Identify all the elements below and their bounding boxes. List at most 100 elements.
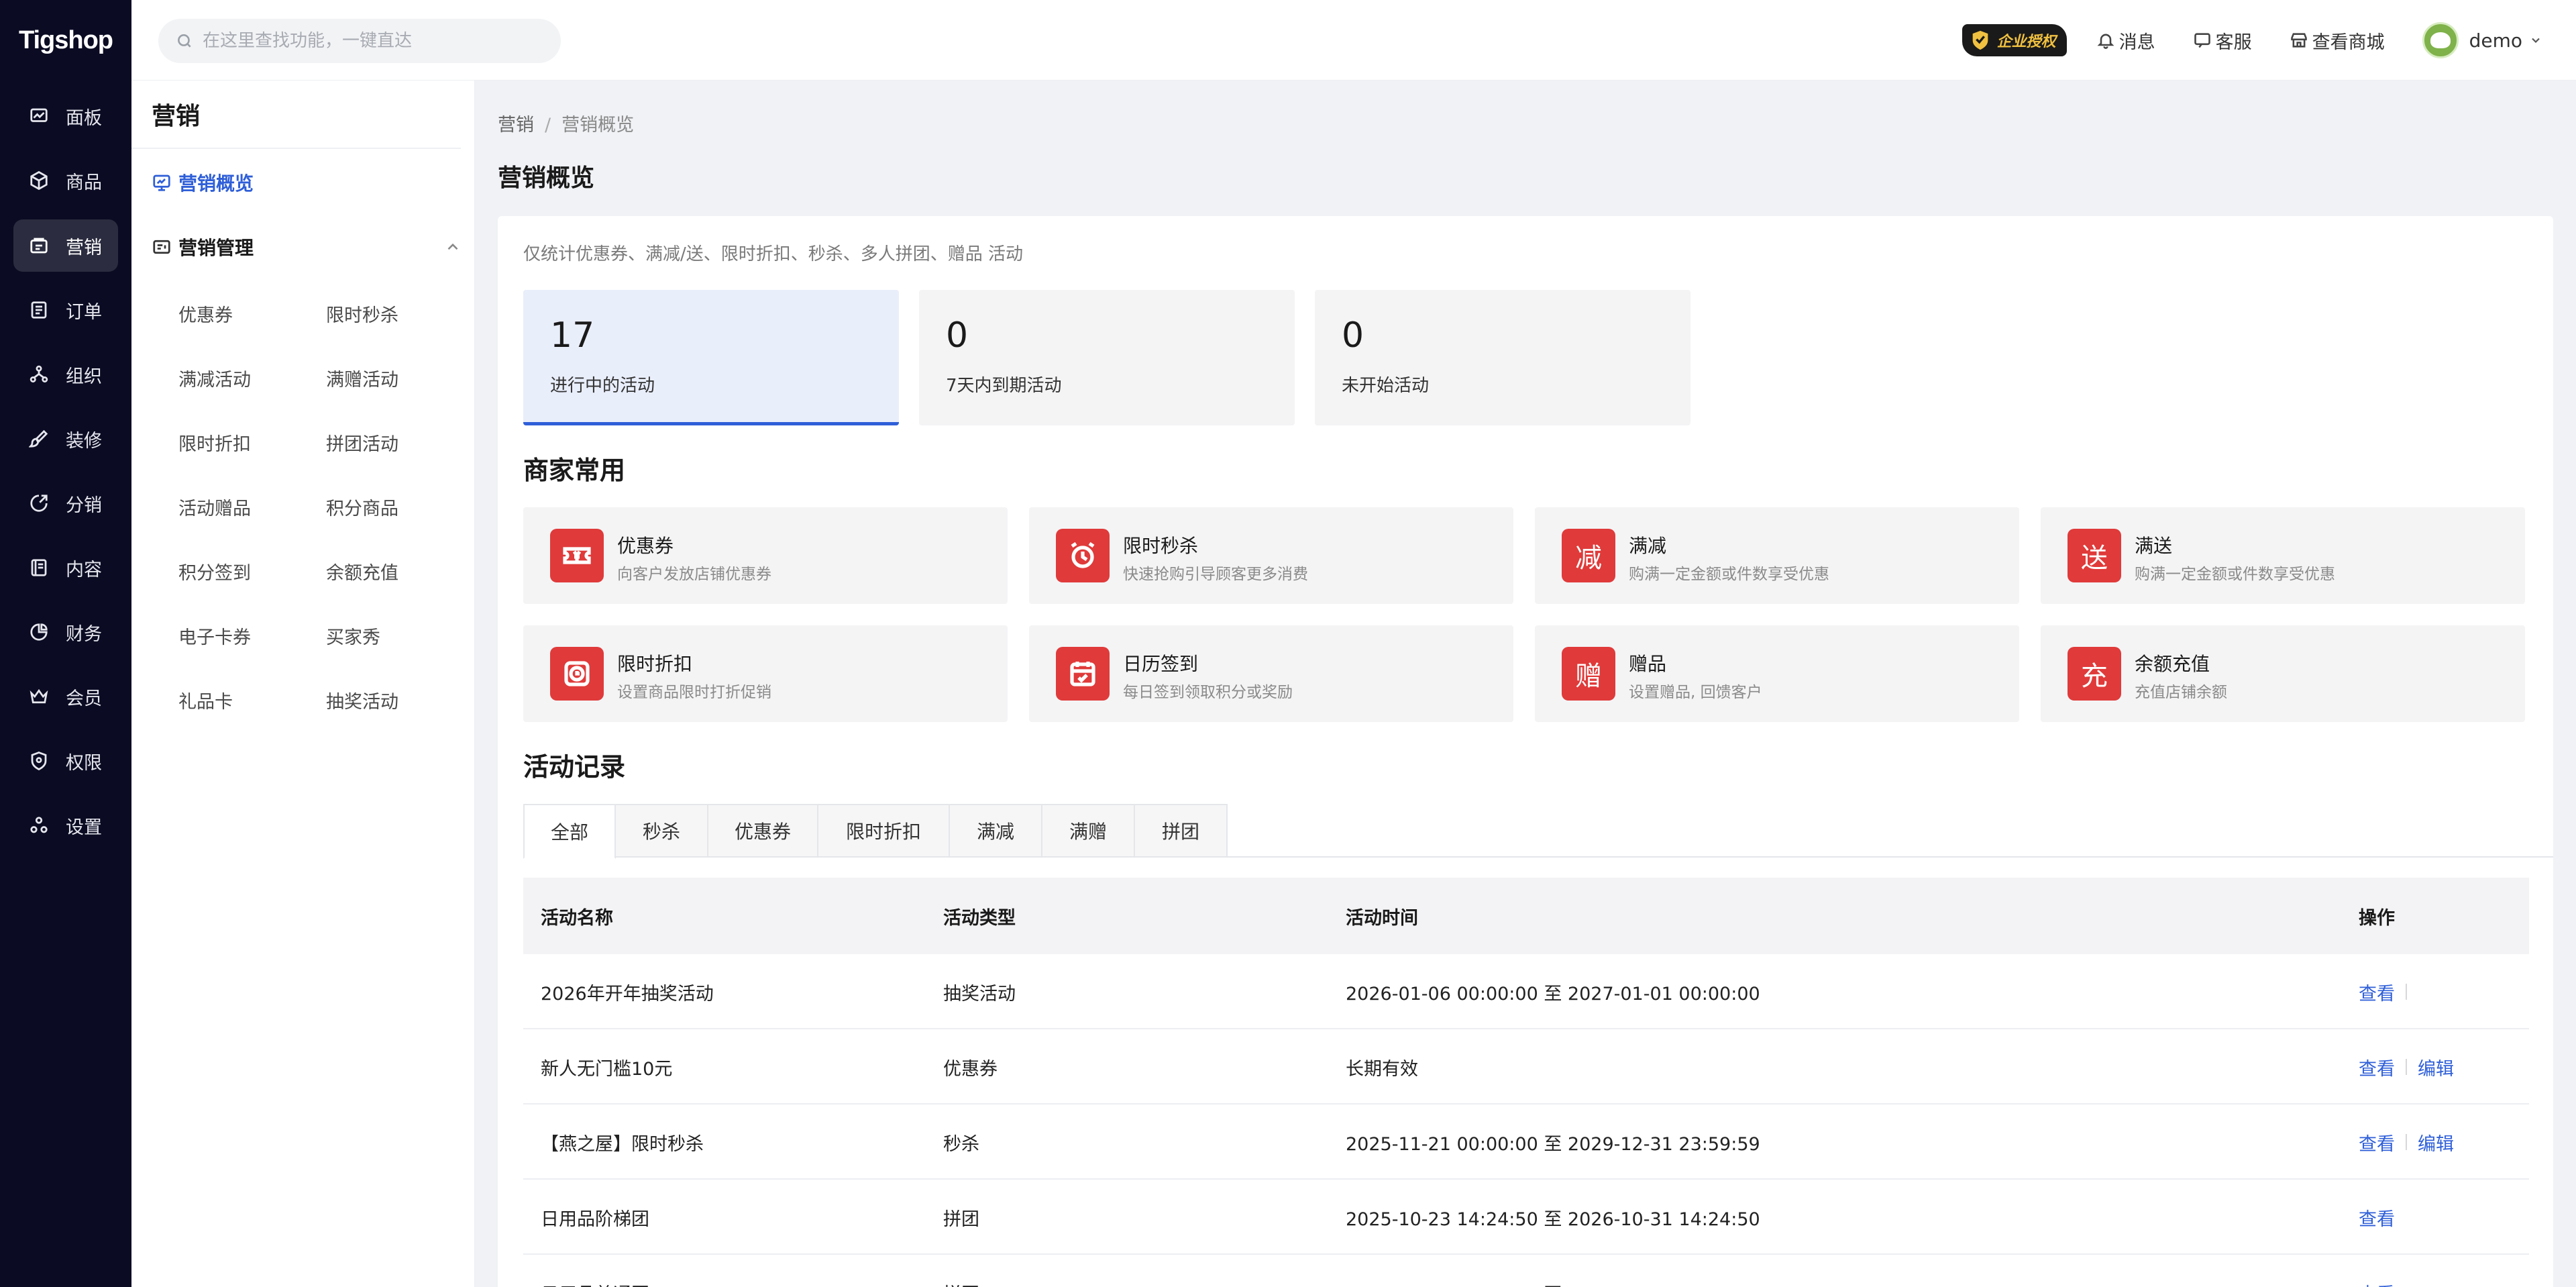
view-store-link[interactable]: 查看商城 [2290,28,2385,54]
finance-icon [27,620,51,644]
subnav-link-activity-gift[interactable]: 活动赠品 [178,494,251,520]
rail-item-marketing[interactable]: 营销 [13,219,118,272]
cell-name: 2026年开年抽奖活动 [541,983,714,1005]
rail-label: 财务 [66,623,102,645]
tool-full-reduction[interactable]: 减 满减 购满一定金额或件数享受优惠 [1535,507,2019,604]
stat-card-expiring[interactable]: 0 7天内到期活动 [919,290,1295,425]
user-menu[interactable]: demo [2469,30,2542,52]
tool-desc: 快速抢购引导顾客更多消费 [1123,566,1308,583]
cell-actions: 查看 [2359,1255,2395,1287]
rail-item-goods[interactable]: 商品 [13,154,118,207]
service-link[interactable]: 客服 [2193,28,2252,54]
alarm-clock-icon [1056,529,1110,582]
present-text-icon: 赠 [1562,647,1615,701]
table-row: 日用品阶梯团 拼团 2025-10-23 14:24:50 至 2026-10-… [523,1180,2529,1255]
tool-balance-recharge[interactable]: 充 余额充值 充值店铺余额 [2041,625,2525,722]
subnav-link-points-goods[interactable]: 积分商品 [326,494,398,520]
tool-gift[interactable]: 赠 赠品 设置赠品, 回馈客户 [1535,625,2019,722]
breadcrumb-root[interactable]: 营销 [498,115,534,136]
rail-item-content[interactable]: 内容 [13,542,118,594]
auth-badge-label: 企业授权 [1996,34,2056,50]
subnav-title: 营销 [131,81,461,149]
tab-group-buy[interactable]: 拼团 [1135,804,1228,858]
avatar[interactable] [2422,22,2459,58]
subnav-group-marketing-management[interactable]: 营销管理 [152,234,462,260]
edit-link[interactable]: 编辑 [2418,1129,2454,1155]
rail-item-permissions[interactable]: 权限 [13,735,118,787]
view-link[interactable]: 查看 [2359,1054,2395,1080]
tab-flash-sale[interactable]: 秒杀 [616,804,708,858]
tab-all[interactable]: 全部 [523,804,616,859]
subnav-link-full-reduction[interactable]: 满减活动 [178,365,251,391]
stat-value: 0 [1342,315,1364,356]
rail-item-finance[interactable]: 财务 [13,606,118,658]
tab-time-discount[interactable]: 限时折扣 [818,804,950,858]
stat-label: 未开始活动 [1342,376,1430,396]
tools-section-title: 商家常用 [523,456,626,485]
cell-type: 拼团 [943,1208,979,1230]
subnav-link-buyer-show[interactable]: 买家秀 [326,623,380,649]
cell-name: 日用品阶梯团 [541,1208,649,1230]
subnav-link-full-gift[interactable]: 满赠活动 [326,365,398,391]
rail-item-settings[interactable]: 设置 [13,799,118,852]
enterprise-auth-badge[interactable]: 企业授权 [1962,24,2067,56]
tool-desc: 购满一定金额或件数享受优惠 [1629,566,1829,583]
tool-full-gift[interactable]: 送 满送 购满一定金额或件数享受优惠 [2041,507,2525,604]
rail-label: 组织 [66,366,102,387]
messages-link[interactable]: 消息 [2096,28,2155,54]
subnav-item-overview[interactable]: 营销概览 [152,169,254,196]
subnav-link-coupon[interactable]: 优惠券 [178,301,233,327]
stat-card-ongoing[interactable]: 17 进行中的活动 [523,290,899,425]
subnav-link-group-buy[interactable]: 拼团活动 [326,429,398,456]
activity-table: 活动名称 活动类型 活动时间 操作 2026年开年抽奖活动 抽奖活动 2026-… [523,878,2529,1287]
tool-calendar-signin[interactable]: 日历签到 每日签到领取积分或奖励 [1029,625,1513,722]
rail-item-orders[interactable]: 订单 [13,284,118,336]
rail-item-members[interactable]: 会员 [13,670,118,723]
brand-logo[interactable]: Tigshop [0,0,131,81]
view-link[interactable]: 查看 [2359,1204,2395,1231]
coupon-icon [550,529,604,582]
stat-card-not-started[interactable]: 0 未开始活动 [1315,290,1690,425]
subnav-link-gift-card[interactable]: 礼品卡 [178,687,233,713]
tab-full-gift[interactable]: 满赠 [1042,804,1135,858]
subnav-link-lottery[interactable]: 抽奖活动 [326,687,398,713]
rail-label: 设置 [66,817,102,838]
stat-label: 7天内到期活动 [946,376,1062,396]
rail-label: 会员 [66,688,102,709]
edit-link[interactable]: 编辑 [2418,1054,2454,1080]
rail-label: 权限 [66,752,102,774]
subnav-link-e-card[interactable]: 电子卡券 [178,623,251,649]
col-time: 活动时间 [1346,907,1418,929]
view-link[interactable]: 查看 [2359,979,2395,1005]
tab-full-reduction[interactable]: 满减 [950,804,1042,858]
tool-coupon[interactable]: 优惠券 向客户发放店铺优惠券 [523,507,1008,604]
subnav-link-points-signin[interactable]: 积分签到 [178,558,251,584]
cell-name: 日用品普通团 [541,1255,649,1287]
subnav-link-balance-recharge[interactable]: 余额充值 [326,558,398,584]
global-search[interactable] [158,19,561,63]
tool-desc: 设置商品限时打折促销 [617,684,771,701]
stat-label: 进行中的活动 [550,376,655,396]
view-link[interactable]: 查看 [2359,1129,2395,1155]
rail-label: 内容 [66,559,102,580]
rail-label: 订单 [66,301,102,323]
tool-flash-sale[interactable]: 限时秒杀 快速抢购引导顾客更多消费 [1029,507,1513,604]
tool-time-discount[interactable]: 限时折扣 设置商品限时打折促销 [523,625,1008,722]
secondary-sidebar: 营销 营销概览 营销管理 优惠券 限时秒杀 满减活动 满赠活动 限时折扣 拼团活… [131,81,475,1287]
rail-item-org[interactable]: 组织 [13,348,118,401]
tab-coupon[interactable]: 优惠券 [708,804,818,858]
subnav-link-time-discount[interactable]: 限时折扣 [178,429,251,456]
bell-icon [2097,34,2114,49]
subnav-link-flash-sale[interactable]: 限时秒杀 [326,301,398,327]
settings-icon [27,813,51,837]
rail-item-distribution[interactable]: 分销 [13,477,118,529]
chevron-up-icon[interactable] [444,238,462,256]
crown-icon [27,684,51,709]
brush-icon [27,427,51,451]
search-input[interactable] [203,31,551,51]
tool-title: 优惠券 [617,535,674,557]
user-name: demo [2469,29,2522,52]
view-link[interactable]: 查看 [2359,1280,2395,1287]
rail-item-dashboard[interactable]: 面板 [13,90,118,142]
rail-item-decor[interactable]: 装修 [13,413,118,465]
